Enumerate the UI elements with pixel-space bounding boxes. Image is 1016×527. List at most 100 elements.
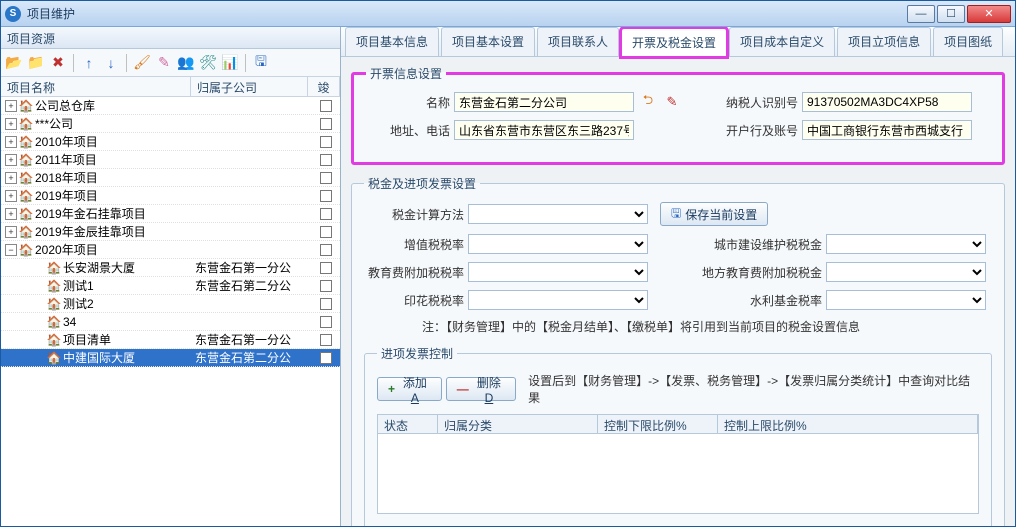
project-tree[interactable]: +🏠公司总仓库+🏠***公司+🏠2010年项目+🏠2011年项目+🏠2018年项… bbox=[1, 97, 340, 526]
users-icon[interactable]: 👥 bbox=[177, 54, 195, 72]
copy-left-icon[interactable]: ⮌ bbox=[638, 93, 658, 111]
brush-icon[interactable]: 🖌 bbox=[133, 54, 151, 72]
tree-item-sub: 东营金石第二分公 bbox=[191, 277, 312, 294]
delete-button[interactable]: — 删除D bbox=[446, 377, 516, 401]
expander-icon[interactable]: + bbox=[5, 190, 17, 202]
control-grid-header: 状态 归属分类 控制下限比例% 控制上限比例% bbox=[377, 414, 979, 434]
tree-item-label: 长安湖景大厦 bbox=[63, 259, 135, 276]
save-settings-button[interactable]: 🖫 保存当前设置 bbox=[660, 202, 768, 226]
expander-icon[interactable]: + bbox=[5, 226, 17, 238]
bank-input[interactable] bbox=[802, 120, 972, 140]
done-checkbox[interactable] bbox=[320, 352, 332, 364]
tree-row[interactable]: 🏠测试1东营金石第二分公 bbox=[1, 277, 340, 295]
move-up-icon[interactable]: ↑ bbox=[80, 54, 98, 72]
done-checkbox[interactable] bbox=[320, 226, 332, 238]
expander-icon[interactable]: + bbox=[5, 172, 17, 184]
done-checkbox[interactable] bbox=[320, 334, 332, 346]
tab[interactable]: 项目图纸 bbox=[933, 27, 1003, 56]
grid-col-cat: 归属分类 bbox=[438, 415, 598, 433]
tree-row[interactable]: +🏠2018年项目 bbox=[1, 169, 340, 187]
tree-item-label: 2019年项目 bbox=[35, 187, 98, 204]
expander-icon[interactable]: + bbox=[5, 136, 17, 148]
tree-item-label: 2019年金辰挂靠项目 bbox=[35, 223, 146, 240]
tree-item-label: 测试2 bbox=[63, 295, 94, 312]
tree-row[interactable]: 🏠长安湖景大厦东营金石第一分公 bbox=[1, 259, 340, 277]
tree-row[interactable]: +🏠***公司 bbox=[1, 115, 340, 133]
tree-row[interactable]: +🏠2019年项目 bbox=[1, 187, 340, 205]
minimize-button[interactable]: — bbox=[907, 5, 935, 23]
expander-icon[interactable]: + bbox=[5, 208, 17, 220]
add-button[interactable]: + 添加A bbox=[377, 377, 442, 401]
add-button-label: 添加A bbox=[399, 374, 431, 405]
tab[interactable]: 项目基本设置 bbox=[441, 27, 535, 56]
tab[interactable]: 项目基本信息 bbox=[345, 27, 439, 56]
expander-icon[interactable]: − bbox=[5, 244, 17, 256]
house-icon: 🏠 bbox=[19, 117, 33, 131]
done-checkbox[interactable] bbox=[320, 136, 332, 148]
delete-icon[interactable]: ✖ bbox=[49, 54, 67, 72]
minus-icon: — bbox=[457, 382, 469, 396]
house-icon: 🏠 bbox=[19, 225, 33, 239]
done-checkbox[interactable] bbox=[320, 100, 332, 112]
tree-item-label: 公司总仓库 bbox=[35, 97, 95, 114]
tree-row[interactable]: 🏠中建国际大厦东营金石第二分公 bbox=[1, 349, 340, 367]
city-select[interactable] bbox=[826, 234, 986, 254]
done-checkbox[interactable] bbox=[320, 154, 332, 166]
edit-icon[interactable]: ✎ bbox=[155, 54, 173, 72]
tab[interactable]: 项目立项信息 bbox=[837, 27, 931, 56]
maximize-button[interactable]: ☐ bbox=[937, 5, 965, 23]
tree-row[interactable]: +🏠2010年项目 bbox=[1, 133, 340, 151]
save-icon[interactable]: 🖫 bbox=[252, 54, 270, 72]
done-checkbox[interactable] bbox=[320, 190, 332, 202]
open-folder-icon[interactable]: 📂 bbox=[5, 54, 23, 72]
house-icon: 🏠 bbox=[19, 189, 33, 203]
water-select[interactable] bbox=[826, 290, 986, 310]
done-checkbox[interactable] bbox=[320, 298, 332, 310]
tree-row[interactable]: +🏠2019年金石挂靠项目 bbox=[1, 205, 340, 223]
done-checkbox[interactable] bbox=[320, 280, 332, 292]
expander-icon[interactable]: + bbox=[5, 154, 17, 166]
edit-pencil-icon[interactable]: ✎ bbox=[662, 93, 682, 111]
chart-icon[interactable]: 📊 bbox=[221, 54, 239, 72]
calc-select[interactable] bbox=[468, 204, 648, 224]
bank-label: 开户行及账号 bbox=[698, 122, 798, 139]
done-checkbox[interactable] bbox=[320, 172, 332, 184]
tree-row[interactable]: 🏠34 bbox=[1, 313, 340, 331]
house-icon: 🏠 bbox=[19, 171, 33, 185]
tree-item-label: 项目清单 bbox=[63, 331, 111, 348]
tab[interactable]: 项目联系人 bbox=[537, 27, 619, 56]
new-folder-icon[interactable]: 📁 bbox=[27, 54, 45, 72]
tree-item-label: 中建国际大厦 bbox=[63, 349, 135, 366]
edu-select[interactable] bbox=[468, 262, 648, 282]
tab[interactable]: 项目成本自定义 bbox=[729, 27, 835, 56]
done-checkbox[interactable] bbox=[320, 244, 332, 256]
done-checkbox[interactable] bbox=[320, 316, 332, 328]
expander-icon[interactable]: + bbox=[5, 100, 17, 112]
control-grid-body[interactable] bbox=[377, 434, 979, 514]
vat-select[interactable] bbox=[468, 234, 648, 254]
close-button[interactable]: ✕ bbox=[967, 5, 1011, 23]
tree-row[interactable]: 🏠测试2 bbox=[1, 295, 340, 313]
tree-row[interactable]: −🏠2020年项目 bbox=[1, 241, 340, 259]
localedu-select[interactable] bbox=[826, 262, 986, 282]
tree-row[interactable]: 🏠项目清单东营金石第一分公 bbox=[1, 331, 340, 349]
taxid-input[interactable] bbox=[802, 92, 972, 112]
expander-icon[interactable]: + bbox=[5, 118, 17, 130]
addr-input[interactable] bbox=[454, 120, 634, 140]
window-title: 项目维护 bbox=[27, 5, 907, 22]
app-icon: S bbox=[5, 6, 21, 22]
stamp-select[interactable] bbox=[468, 290, 648, 310]
tab[interactable]: 开票及税金设置 bbox=[621, 28, 727, 57]
move-down-icon[interactable]: ↓ bbox=[102, 54, 120, 72]
name-input[interactable] bbox=[454, 92, 634, 112]
done-checkbox[interactable] bbox=[320, 262, 332, 274]
done-checkbox[interactable] bbox=[320, 118, 332, 130]
addr-label: 地址、电话 bbox=[366, 122, 450, 139]
stamp-label: 印花税税率 bbox=[364, 292, 464, 309]
tree-row[interactable]: +🏠2019年金辰挂靠项目 bbox=[1, 223, 340, 241]
plus-icon: + bbox=[388, 382, 395, 396]
tree-row[interactable]: +🏠2011年项目 bbox=[1, 151, 340, 169]
tree-row[interactable]: +🏠公司总仓库 bbox=[1, 97, 340, 115]
done-checkbox[interactable] bbox=[320, 208, 332, 220]
settings-icon[interactable]: 🛠 bbox=[199, 54, 217, 72]
